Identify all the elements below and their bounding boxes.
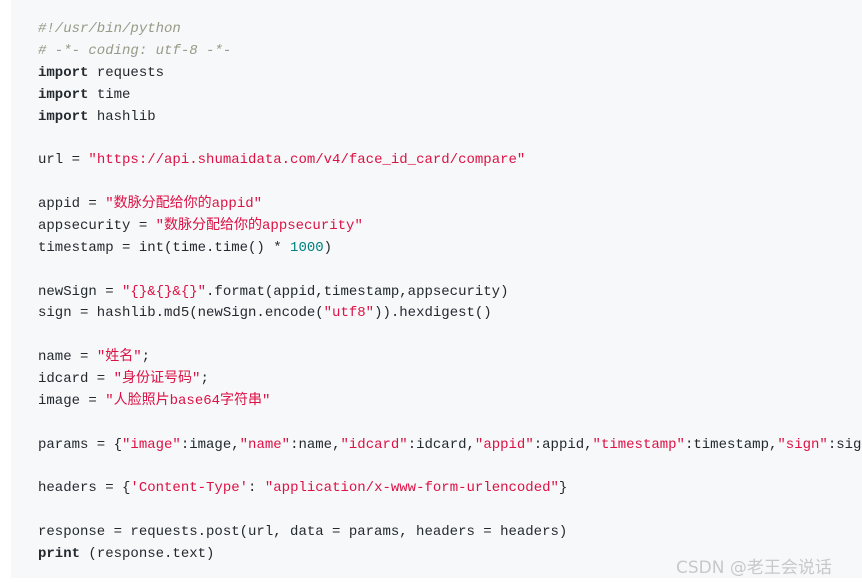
code-token-str: "image" <box>122 436 181 453</box>
code-token-str: "timestamp" <box>592 436 685 453</box>
code-line: url = "https://api.shumaidata.com/v4/fac… <box>38 150 862 172</box>
code-line: appsecurity = "数脉分配给你的appsecurity" <box>38 216 862 238</box>
code-token-plain: hashlib <box>88 108 156 125</box>
code-token-kw: print <box>38 546 81 562</box>
code-token-plain: :name, <box>290 436 341 453</box>
code-token-plain: ) <box>323 239 333 256</box>
code-token-str: "appid" <box>474 436 534 453</box>
code-token-plain: newSign = <box>38 283 123 300</box>
code-token-plain: url = <box>38 152 89 169</box>
code-line: import requests <box>38 63 862 85</box>
code-token-kw: import <box>38 108 89 125</box>
code-token-plain: timestamp = int(time.time() * <box>38 239 291 256</box>
code-line: #!/usr/bin/python <box>38 19 862 41</box>
code-line: idcard = "身份证号码"; <box>38 369 862 391</box>
code-token-str: "name" <box>239 436 291 453</box>
code-line: name = "姓名"; <box>38 347 862 369</box>
code-line: params = {"image":image,"name":name,"idc… <box>38 435 862 457</box>
code-token-num: 1000 <box>290 239 324 256</box>
code-token-plain: :image, <box>180 436 240 453</box>
code-token-plain: appsecurity = <box>38 217 156 234</box>
code-line: import hashlib <box>38 107 862 129</box>
code-token-plain: appid = <box>38 196 106 212</box>
code-line: response = requests.post(url, data = par… <box>38 522 862 544</box>
code-token-plain: image = <box>38 392 106 409</box>
code-token-str: "application/x-www-form-urlencoded" <box>264 480 559 497</box>
code-line: headers = {'Content-Type': "application/… <box>38 478 862 500</box>
code-token-comment: # -*- coding: utf-8 -*- <box>38 42 232 59</box>
code-line: # -*- coding: utf-8 -*- <box>38 41 862 63</box>
code-token-plain: } <box>558 480 568 497</box>
code-token-plain: name = <box>38 349 97 366</box>
code-token-plain: :sign} <box>827 436 862 453</box>
code-token-str: "身份证号码" <box>113 371 201 387</box>
code-line: newSign = "{}&{}&{}".format(appid,timest… <box>38 282 862 304</box>
code-token-str: "人脸照片base64字符串" <box>105 392 271 409</box>
code-token-plain: sign = hashlib.md5(newSign.encode( <box>38 305 324 322</box>
code-token-kw: import <box>38 64 89 81</box>
code-token-str: "数脉分配给你的appsecurity" <box>155 217 363 234</box>
code-token-plain: time <box>88 86 131 103</box>
code-token-plain: headers = { <box>38 480 131 497</box>
code-token-plain: :appid, <box>533 436 593 453</box>
code-token-plain: :idcard, <box>407 436 475 453</box>
code-line: timestamp = int(time.time() * 1000) <box>38 238 862 260</box>
code-token-plain: ; <box>141 349 151 366</box>
code-token-plain: :timestamp, <box>684 436 778 453</box>
code-token-plain: requests <box>88 64 165 81</box>
code-token-plain: )).hexdigest() <box>374 305 492 322</box>
csdn-watermark: CSDN @老王会说话 <box>676 558 832 578</box>
code-token-comment: #!/usr/bin/python <box>38 21 181 37</box>
code-token-plain: idcard = <box>38 371 114 387</box>
code-token-str: 'Content-Type' <box>130 480 249 497</box>
code-token-str: "sign" <box>777 436 828 453</box>
code-block: #!/usr/bin/python # -*- coding: utf-8 -*-… <box>11 0 862 578</box>
code-token-plain: response = requests.post(url, data = par… <box>38 524 568 541</box>
code-line: image = "人脸照片base64字符串" <box>38 391 862 413</box>
code-token-str: "{}&{}&{}" <box>122 283 207 300</box>
code-token-str: "https://api.shumaidata.com/v4/face_id_c… <box>88 152 526 169</box>
code-token-str: "utf8" <box>323 305 375 322</box>
code-token-plain: : <box>248 480 265 497</box>
code-token-plain: ; <box>200 371 209 387</box>
code-token-str: "idcard" <box>340 436 408 453</box>
code-line: sign = hashlib.md5(newSign.encode("utf8"… <box>38 303 862 325</box>
code-token-kw: import <box>38 86 89 103</box>
code-line: import time <box>38 85 862 107</box>
code-line: appid = "数脉分配给你的appid" <box>38 194 862 216</box>
code-token-plain: .format(appid,timestamp,appsecurity) <box>206 283 509 300</box>
code-token-str: "姓名" <box>96 349 142 366</box>
code-token-plain: params = { <box>38 436 123 453</box>
code-token-plain: (response.text) <box>80 546 215 562</box>
code-token-str: "数脉分配给你的appid" <box>105 196 263 212</box>
